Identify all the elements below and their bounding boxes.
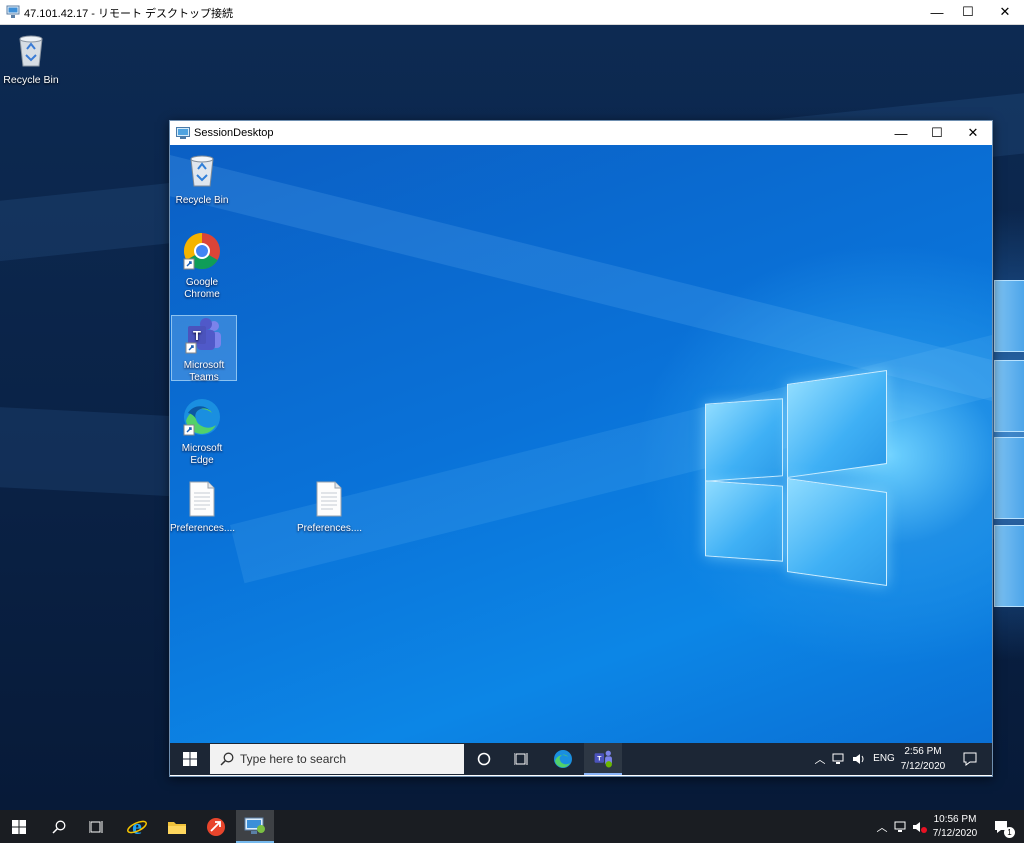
outer-clock-date: 7/12/2020 xyxy=(932,828,978,839)
outer-action-center-button[interactable]: 1 xyxy=(984,810,1020,843)
rdp-maximize-button[interactable]: ☐ xyxy=(951,0,985,24)
rdp-window-title: 47.101.42.17 - リモート デスクトップ接続 xyxy=(24,8,234,20)
outer-taskbar: e ︿ 10:56 PM 7/12/2020 1 xyxy=(0,810,1024,843)
remote-desktop-icon xyxy=(6,5,20,18)
remote-app-icon xyxy=(207,817,225,836)
speaker-muted-icon xyxy=(913,821,927,833)
session-title-bar[interactable]: SessionDesktop — ☐ ✕ xyxy=(170,121,992,145)
internet-explorer-icon: e xyxy=(127,816,147,838)
inner-task-view-button[interactable] xyxy=(504,743,540,775)
windows-logo-pane-top-right xyxy=(787,369,887,479)
inner-recycle-bin-label: Recycle Bin xyxy=(175,195,229,206)
speaker-icon xyxy=(853,754,864,764)
inner-action-center-button[interactable] xyxy=(952,743,988,775)
outer-start-button[interactable] xyxy=(0,810,38,843)
outer-tray-overflow-chevron-icon[interactable]: ︿ xyxy=(874,810,890,843)
session-desktop-window[interactable]: SessionDesktop — ☐ ✕ Recycle Bin Google … xyxy=(169,120,993,777)
edge-icon xyxy=(183,399,220,436)
network-icon xyxy=(894,821,906,832)
outer-clock-time: 10:56 PM xyxy=(933,814,977,825)
preferences-file-label: Preferences.... xyxy=(297,523,363,534)
windows-logo-pane-bottom-right xyxy=(787,477,887,587)
edge-icon xyxy=(554,750,572,768)
session-close-button[interactable]: ✕ xyxy=(956,121,990,145)
session-window-title: SessionDesktop xyxy=(194,127,274,139)
inner-tray-overflow-chevron-icon[interactable]: ︿ xyxy=(812,743,828,775)
preferences-file-label: Preferences.... xyxy=(170,523,236,534)
microsoft-teams-label: Microsoft Teams xyxy=(183,360,225,383)
notification-icon xyxy=(963,752,977,766)
search-icon xyxy=(52,820,66,834)
internet-explorer-button[interactable]: e xyxy=(118,810,156,843)
google-chrome-label: Google Chrome xyxy=(184,277,220,300)
search-icon xyxy=(220,752,234,766)
teams-icon: T xyxy=(594,750,612,768)
inner-desktop-icon-microsoft-edge[interactable]: Microsoft Edge xyxy=(170,397,234,467)
outer-recycle-bin-label: Recycle Bin xyxy=(3,74,59,86)
inner-search-box[interactable]: Type here to search xyxy=(210,744,464,774)
file-explorer-button[interactable] xyxy=(158,810,196,843)
outer-network-button[interactable] xyxy=(892,810,910,843)
chrome-icon xyxy=(183,233,220,270)
inner-desktop-icon-recycle-bin[interactable]: Recycle Bin xyxy=(170,151,234,207)
inner-taskbar-edge[interactable] xyxy=(544,743,582,775)
document-icon xyxy=(316,481,342,517)
outer-clock[interactable]: 10:56 PM 7/12/2020 xyxy=(930,814,980,840)
session-desktop-icon xyxy=(176,127,190,139)
rdp-close-button[interactable]: ✕ xyxy=(988,0,1022,24)
windows-logo-pane-bottom-left xyxy=(705,480,783,562)
cortana-icon xyxy=(477,752,491,766)
file-explorer-icon xyxy=(168,821,186,834)
outer-search-button[interactable] xyxy=(40,810,78,843)
inner-search-placeholder: Type here to search xyxy=(240,752,347,766)
outer-volume-button[interactable] xyxy=(911,810,929,843)
task-view-icon xyxy=(514,753,528,765)
outer-task-view-button[interactable] xyxy=(78,810,116,843)
inner-desktop-icon-preferences-2[interactable]: Preferences.... xyxy=(297,481,363,535)
remote-app-button[interactable] xyxy=(198,810,234,843)
windows-start-icon xyxy=(183,752,197,766)
inner-desktop: Recycle Bin Google Chrome T Microsoft Te… xyxy=(170,145,992,743)
task-view-icon xyxy=(89,820,103,833)
inner-volume-button[interactable] xyxy=(850,743,868,775)
document-icon xyxy=(189,481,215,517)
inner-network-button[interactable] xyxy=(830,743,848,775)
svg-text:e: e xyxy=(132,816,142,838)
inner-taskbar-teams[interactable]: T xyxy=(584,743,622,775)
inner-start-button[interactable] xyxy=(170,743,210,775)
inner-clock-date: 7/12/2020 xyxy=(900,761,946,772)
outer-desktop-icon-recycle-bin[interactable]: Recycle Bin xyxy=(0,31,62,86)
outer-windows-logo-pane xyxy=(994,525,1024,607)
inner-language-indicator[interactable]: ENG xyxy=(870,743,898,775)
rdp-title-bar[interactable]: 47.101.42.17 - リモート デスクトップ接続 — ☐ ✕ xyxy=(0,0,1024,25)
session-maximize-button[interactable]: ☐ xyxy=(920,121,954,145)
inner-desktop-icon-google-chrome[interactable]: Google Chrome xyxy=(170,231,234,301)
network-icon xyxy=(832,753,844,764)
remote-desktop-taskbar-button[interactable] xyxy=(236,810,274,843)
outer-windows-logo-pane xyxy=(994,437,1024,519)
remote-desktop-icon xyxy=(244,817,265,834)
teams-icon: T xyxy=(185,318,221,354)
svg-text:T: T xyxy=(193,328,201,343)
cortana-button[interactable] xyxy=(466,743,502,775)
recycle-bin-icon xyxy=(190,155,214,187)
outer-windows-logo-pane xyxy=(994,360,1024,432)
inner-desktop-icon-preferences-1[interactable]: Preferences.... xyxy=(170,481,236,535)
notification-count-badge: 1 xyxy=(1004,827,1015,838)
inner-taskbar: Type here to search T ︿ ENG 2:56 PM 7/12… xyxy=(170,743,992,775)
inner-clock-time: 2:56 PM xyxy=(904,746,942,757)
outer-windows-logo-pane xyxy=(994,280,1024,352)
inner-desktop-icon-microsoft-teams[interactable]: T Microsoft Teams xyxy=(171,315,237,383)
microsoft-edge-label: Microsoft Edge xyxy=(181,443,223,466)
recycle-bin-icon xyxy=(19,35,43,67)
rdp-minimize-button[interactable]: — xyxy=(920,0,954,24)
session-minimize-button[interactable]: — xyxy=(884,121,918,145)
windows-logo-pane-top-left xyxy=(705,398,783,482)
windows-start-icon xyxy=(12,819,26,834)
inner-clock[interactable]: 2:56 PM 7/12/2020 xyxy=(900,746,946,773)
